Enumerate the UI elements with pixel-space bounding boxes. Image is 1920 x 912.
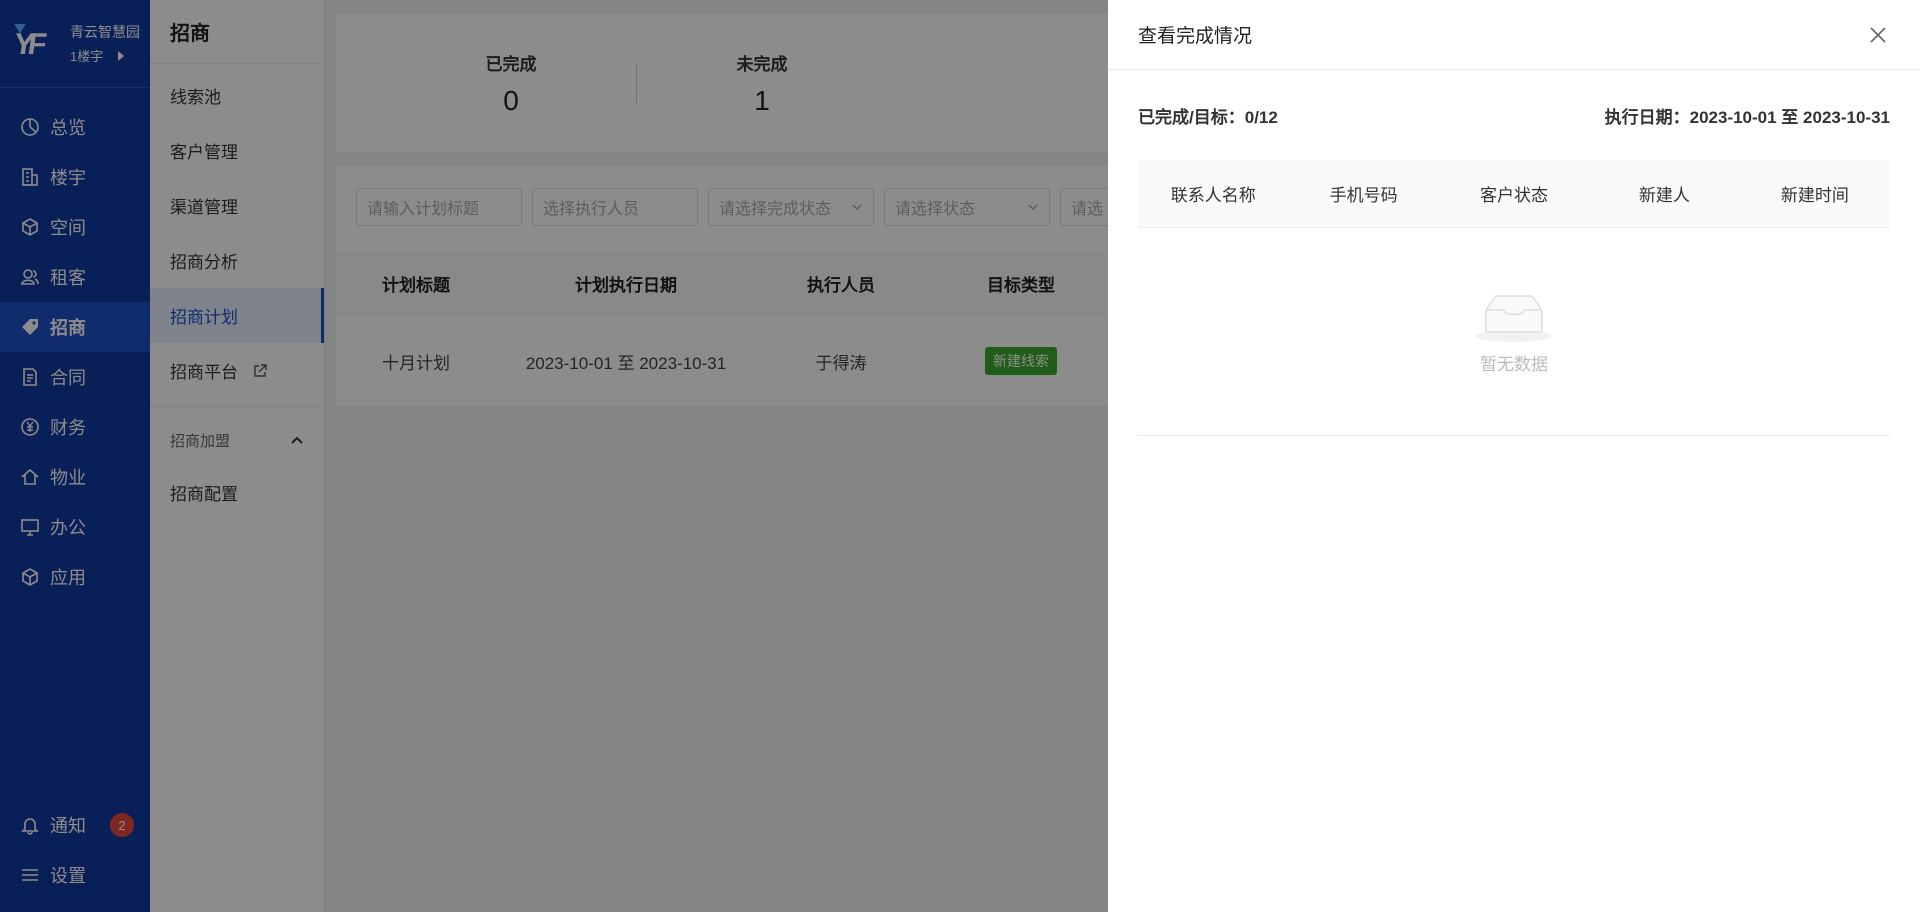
drawer-meta: 已完成/目标：0/12 执行日期：2023-10-01 至 2023-10-31 <box>1138 70 1890 160</box>
column-header: 客户状态 <box>1480 186 1549 205</box>
drawer-header: 查看完成情况 <box>1108 0 1920 70</box>
date-label: 执行日期： <box>1604 107 1690 127</box>
close-icon[interactable] <box>1866 23 1890 47</box>
date-info: 执行日期：2023-10-01 至 2023-10-31 <box>1605 103 1890 128</box>
date-value: 2023-10-01 至 2023-10-31 <box>1689 107 1890 127</box>
column-header: 新建人 <box>1638 186 1690 205</box>
drawer-title: 查看完成情况 <box>1138 26 1253 47</box>
progress-label: 已完成/目标： <box>1138 107 1245 127</box>
drawer-table-header: 联系人名称 手机号码 客户状态 新建人 新建时间 <box>1138 160 1890 228</box>
column-header: 手机号码 <box>1329 186 1398 205</box>
progress-info: 已完成/目标：0/12 <box>1138 103 1278 128</box>
column-header: 新建时间 <box>1780 186 1849 205</box>
column-header: 联系人名称 <box>1170 186 1256 205</box>
empty-inbox-icon <box>1476 295 1552 342</box>
progress-value: 0/12 <box>1244 107 1278 127</box>
empty-state: 暂无数据 <box>1138 228 1890 436</box>
empty-text: 暂无数据 <box>1480 355 1548 374</box>
completion-drawer: 查看完成情况 已完成/目标：0/12 执行日期：2023-10-01 至 202… <box>1108 0 1920 912</box>
